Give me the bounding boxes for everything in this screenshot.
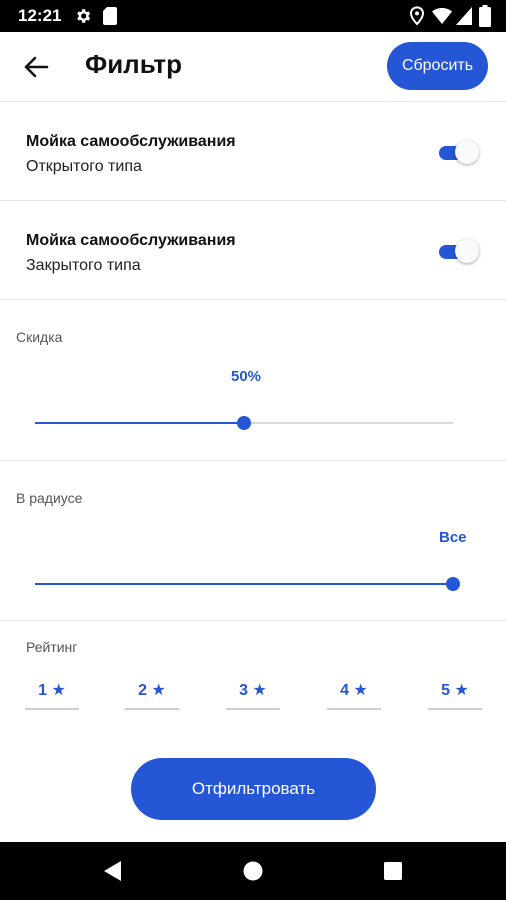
rating-option-1[interactable]: 1 ★ (25, 672, 79, 710)
rating-underline (25, 708, 79, 710)
toggle-title: Мойка самообслуживания (26, 232, 236, 249)
back-triangle-icon[interactable] (97, 855, 129, 887)
rating-underline (125, 708, 179, 710)
star-icon: ★ (248, 682, 267, 699)
rating-value: 2 ★ (138, 682, 166, 699)
location-icon (409, 6, 425, 26)
toggle-row-open-type[interactable]: Мойка самообслуживания Открытого типа (0, 103, 506, 201)
rating-option-4[interactable]: 4 ★ (327, 672, 381, 710)
sim-card-icon (103, 7, 117, 25)
discount-slider[interactable] (35, 413, 453, 433)
apply-filter-button[interactable]: Отфильтровать (131, 758, 376, 820)
rating-underline (327, 708, 381, 710)
radius-section: В радиусе Все (0, 461, 506, 621)
radius-label: В радиусе (16, 490, 83, 506)
rating-option-5[interactable]: 5 ★ (428, 672, 482, 710)
toggle-row-closed-type[interactable]: Мойка самообслуживания Закрытого типа (0, 202, 506, 300)
rating-value: 3 ★ (239, 682, 267, 699)
arrow-left-icon (24, 56, 49, 78)
rating-value: 5 ★ (441, 682, 469, 699)
reset-button[interactable]: Сбросить (387, 42, 488, 90)
discount-value: 50% (231, 368, 262, 385)
back-button[interactable] (16, 49, 56, 85)
rating-underline (428, 708, 482, 710)
toggle-subtitle: Закрытого типа (26, 257, 141, 274)
star-icon: ★ (349, 682, 368, 699)
status-bar: 12:21 (0, 0, 506, 32)
star-icon: ★ (450, 682, 469, 699)
rating-option-2[interactable]: 2 ★ (125, 672, 179, 710)
radius-value: Все (439, 529, 467, 546)
open-type-switch[interactable] (439, 140, 479, 166)
slider-fill (35, 422, 244, 424)
page-title: Фильтр (85, 49, 183, 79)
gear-icon (77, 9, 91, 23)
signal-icon (456, 7, 472, 25)
rating-value: 1 ★ (38, 682, 66, 699)
discount-section: Скидка 50% (0, 301, 506, 461)
app-bar: Фильтр Сбросить (0, 32, 506, 102)
switch-thumb (455, 140, 479, 164)
status-time: 12:21 (18, 6, 62, 25)
battery-icon (479, 5, 491, 27)
discount-label: Скидка (16, 329, 63, 345)
star-icon: ★ (47, 682, 66, 699)
rating-underline (226, 708, 280, 710)
rating-option-3[interactable]: 3 ★ (226, 672, 280, 710)
home-circle-icon[interactable] (237, 855, 269, 887)
slider-fill (35, 583, 453, 585)
switch-thumb (455, 239, 479, 263)
toggle-title: Мойка самообслуживания (26, 133, 236, 150)
closed-type-switch[interactable] (439, 239, 479, 265)
radius-slider[interactable] (35, 574, 460, 594)
wifi-icon (432, 8, 452, 24)
system-nav-bar (0, 842, 506, 900)
rating-value: 4 ★ (340, 682, 368, 699)
star-icon: ★ (147, 682, 166, 699)
slider-knob[interactable] (446, 577, 460, 591)
rating-label: Рейтинг (26, 639, 78, 655)
toggle-subtitle: Открытого типа (26, 158, 142, 175)
recents-square-icon[interactable] (377, 855, 409, 887)
slider-knob[interactable] (237, 416, 251, 430)
